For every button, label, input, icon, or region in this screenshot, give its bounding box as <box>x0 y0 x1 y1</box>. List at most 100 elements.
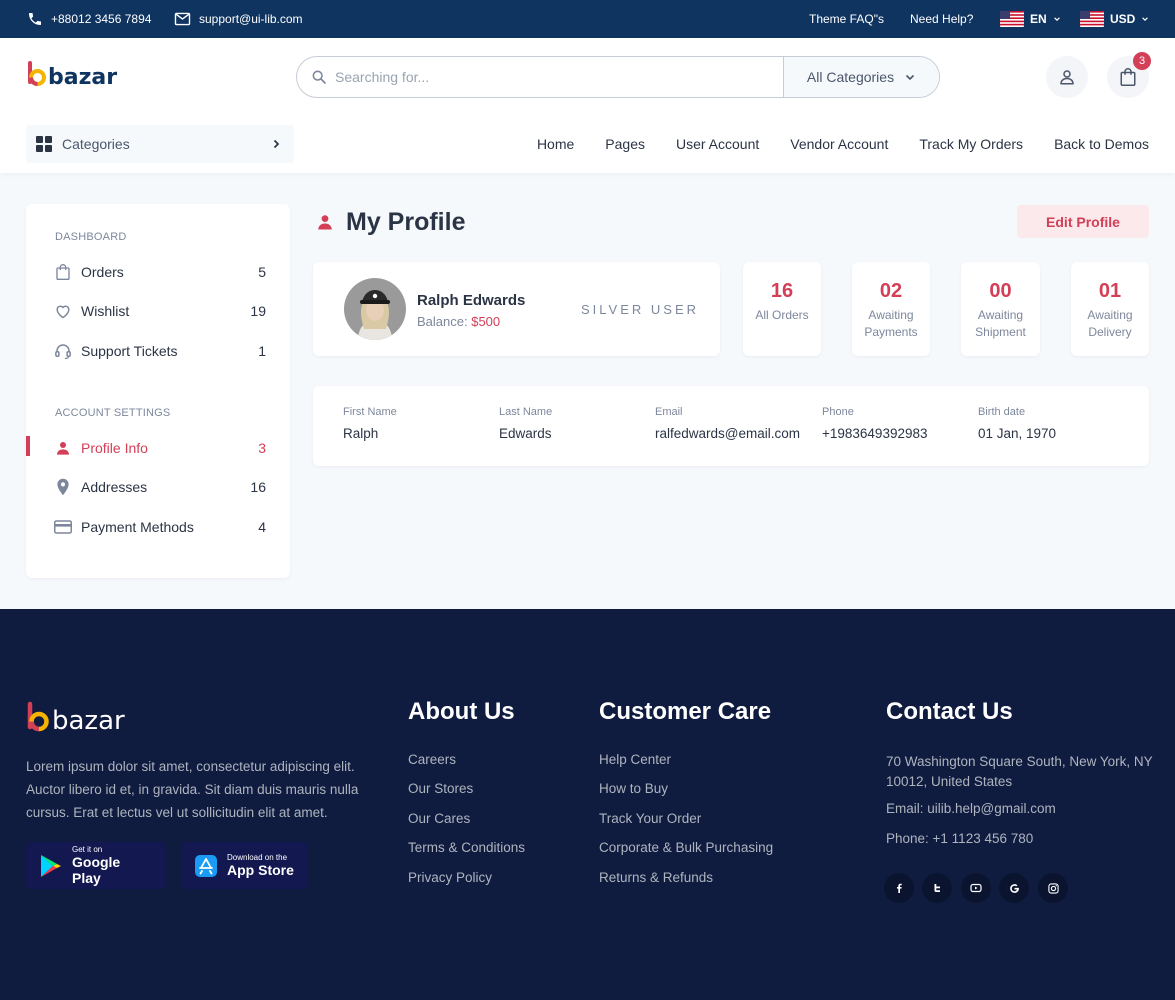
user-icon <box>1058 68 1076 86</box>
google-play-line2: Google Play <box>72 854 121 886</box>
page-title: My Profile <box>316 206 465 238</box>
stat-label: Awaiting Delivery <box>1087 308 1133 339</box>
field-label: Birth date <box>978 406 1026 418</box>
cart-button[interactable]: 3 <box>1107 52 1151 98</box>
field-last-name: Last Name Edwards <box>499 406 552 441</box>
sidebar-item-count: 16 <box>250 479 266 495</box>
dashboard-section-title: DASHBOARD <box>55 231 127 243</box>
edit-profile-button[interactable]: Edit Profile <box>1017 205 1149 238</box>
stat-card-awaiting-delivery: 01 Awaiting Delivery <box>1071 262 1149 356</box>
sidebar-item-addresses[interactable]: Addresses 16 <box>26 475 290 499</box>
facebook-icon <box>894 883 904 893</box>
sidebar-item-label: Payment Methods <box>81 519 194 535</box>
currency-select[interactable]: USD <box>1080 0 1149 38</box>
footer-link-careers[interactable]: Careers <box>408 752 456 767</box>
app-store-line2: App Store <box>227 862 294 878</box>
logo-text: bazar <box>52 706 125 735</box>
nav-vendor-account[interactable]: Vendor Account <box>790 136 888 152</box>
topbar-email[interactable]: support@ui-lib.com <box>174 0 303 38</box>
user-balance: Balance: $500 <box>417 314 500 329</box>
app-store-button[interactable]: Download on the App Store <box>181 842 308 889</box>
location-pin-icon <box>53 477 73 497</box>
stat-number: 00 <box>989 280 1012 302</box>
account-settings-section-title: ACCOUNT SETTINGS <box>55 407 171 419</box>
field-label: Last Name <box>499 406 553 418</box>
footer-logo[interactable]: bazar <box>26 701 144 735</box>
stat-number: 16 <box>770 280 794 302</box>
facebook-link[interactable] <box>884 873 914 903</box>
sidebar-item-label: Addresses <box>81 479 148 495</box>
top-bar: +88012 3456 7894 support@ui-lib.com Them… <box>0 0 1175 38</box>
header-logo[interactable]: bazar <box>26 60 124 90</box>
main-nav: Home Pages User Account Vendor Account T… <box>537 125 1149 163</box>
footer-link-bulk-purchasing[interactable]: Corporate & Bulk Purchasing <box>599 840 773 855</box>
google-play-line1: Get it on <box>72 845 103 854</box>
google-link[interactable] <box>999 873 1029 903</box>
topbar-phone[interactable]: +88012 3456 7894 <box>27 0 151 38</box>
category-dropdown[interactable]: All Categories <box>783 57 939 97</box>
stat-label: Awaiting Payments <box>864 308 918 339</box>
theme-faq-link[interactable]: Theme FAQ"s <box>809 0 884 38</box>
balance-label: Balance: <box>417 314 468 329</box>
balance-amount: $500 <box>471 314 501 329</box>
category-dropdown-label: All Categories <box>806 69 895 85</box>
sidebar-item-count: 5 <box>258 264 266 280</box>
account-button[interactable] <box>1046 56 1088 98</box>
twitter-link[interactable] <box>922 873 952 903</box>
youtube-link[interactable] <box>961 873 991 903</box>
footer-link-help-center[interactable]: Help Center <box>599 752 671 767</box>
us-flag-icon <box>1000 11 1024 27</box>
categories-menu-button[interactable]: Categories <box>26 125 294 163</box>
field-value: Edwards <box>499 426 552 441</box>
field-value: ralfedwards@email.com <box>655 426 800 441</box>
footer-link-track-order[interactable]: Track Your Order <box>599 811 701 826</box>
nav-pages[interactable]: Pages <box>605 136 645 152</box>
sidebar-item-payment-methods[interactable]: Payment Methods 4 <box>26 515 290 539</box>
search-input[interactable] <box>327 57 783 97</box>
nav-home[interactable]: Home <box>537 136 574 152</box>
chevron-down-icon <box>1141 15 1149 23</box>
user-name: Ralph Edwards <box>417 292 526 309</box>
language-select[interactable]: EN <box>1000 0 1061 38</box>
instagram-icon <box>1047 882 1059 894</box>
google-play-icon <box>40 854 62 878</box>
contact-phone: Phone: +1 1123 456 780 <box>886 831 1034 846</box>
instagram-link[interactable] <box>1038 873 1068 903</box>
footer-link-privacy[interactable]: Privacy Policy <box>408 870 492 885</box>
search-bar: All Categories <box>296 56 940 98</box>
sidebar-item-label: Support Tickets <box>81 343 178 359</box>
bazar-logo-icon: bazar <box>28 61 117 90</box>
shopping-bag-icon <box>53 262 73 282</box>
sidebar-item-orders[interactable]: Orders 5 <box>26 260 290 284</box>
sidebar-item-profile-info[interactable]: Profile Info 3 <box>26 436 290 460</box>
twitter-icon <box>932 883 942 893</box>
sidebar-item-support-tickets[interactable]: Support Tickets 1 <box>26 339 290 363</box>
footer-link-how-to-buy[interactable]: How to Buy <box>599 781 668 796</box>
language-label: EN <box>1030 12 1047 26</box>
field-label: First Name <box>343 406 397 418</box>
app-store-icon <box>195 854 217 877</box>
google-icon <box>1009 883 1020 894</box>
app-store-line1: Download on the <box>227 853 288 862</box>
sidebar-item-wishlist[interactable]: Wishlist 19 <box>26 299 290 323</box>
person-icon <box>53 438 73 458</box>
nav-user-account[interactable]: User Account <box>676 136 759 152</box>
heart-icon <box>53 301 73 321</box>
page-title-text: My Profile <box>346 207 466 236</box>
footer-link-our-cares[interactable]: Our Cares <box>408 811 470 826</box>
chevron-down-icon <box>904 71 916 83</box>
footer-link-our-stores[interactable]: Our Stores <box>408 781 473 796</box>
need-help-label: Need Help? <box>910 12 974 26</box>
field-value: 01 Jan, 1970 <box>978 426 1057 441</box>
profile-details-card: First Name Ralph Last Name Edwards Email… <box>313 386 1149 466</box>
avatar <box>344 278 406 340</box>
nav-track-orders[interactable]: Track My Orders <box>919 136 1023 152</box>
google-play-button[interactable]: Get it on Google Play <box>26 842 166 889</box>
field-first-name: First Name Ralph <box>343 406 397 441</box>
nav-back-to-demos[interactable]: Back to Demos <box>1054 136 1149 152</box>
bazar-logo-icon: bazar <box>27 701 125 735</box>
footer-link-returns[interactable]: Returns & Refunds <box>599 870 713 885</box>
need-help-link[interactable]: Need Help? <box>910 0 973 38</box>
footer-link-terms[interactable]: Terms & Conditions <box>408 840 525 855</box>
user-summary-card: Ralph Edwards Balance: $500 SILVER USER <box>313 262 720 356</box>
